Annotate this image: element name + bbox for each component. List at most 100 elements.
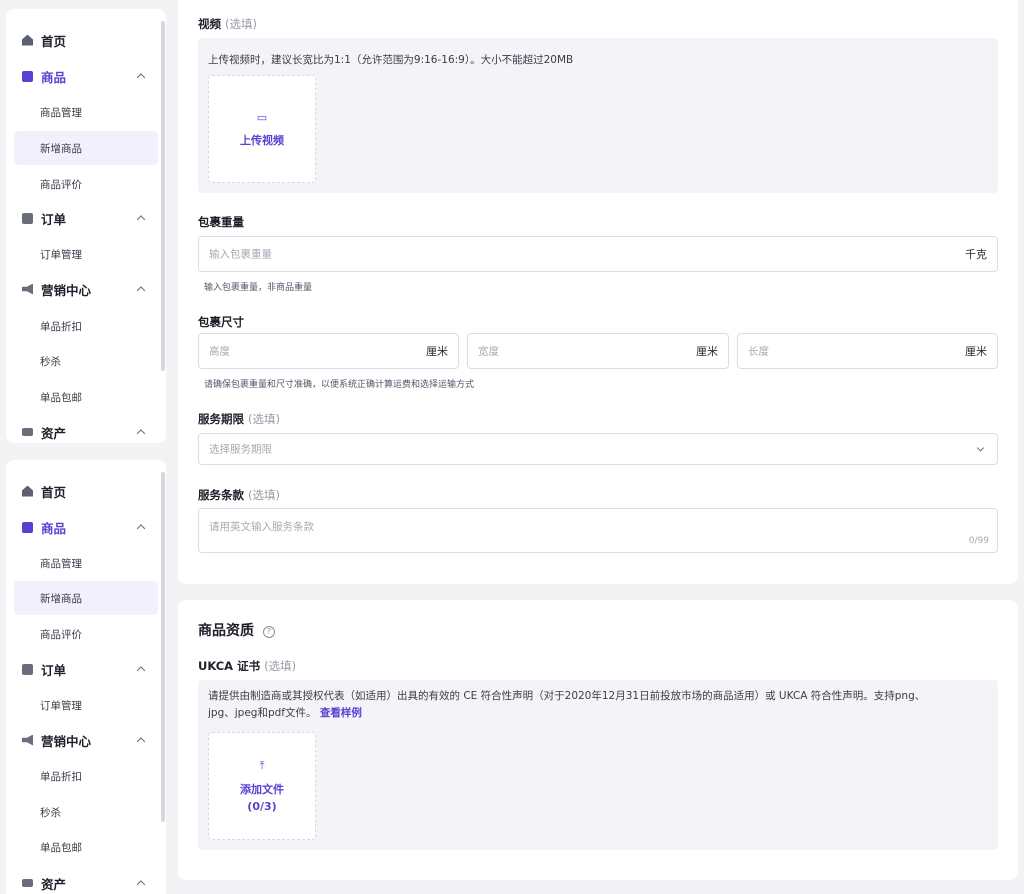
sidebar-item-label: 商品: [41, 69, 67, 85]
card-icon: [22, 428, 33, 436]
package-length-input[interactable]: 长度 厘米: [737, 333, 998, 369]
sidebar-item-marketing[interactable]: 营销中心: [6, 272, 158, 306]
sidebar-item-product-management[interactable]: 商品管理: [6, 95, 158, 129]
width-unit: 厘米: [696, 345, 718, 358]
service-terms-textarea[interactable]: 请用英文输入服务条款 0/99: [198, 508, 998, 553]
sidebar-item-order-management[interactable]: 订单管理: [6, 237, 158, 271]
sidebar-item-label: 单品包邮: [40, 391, 82, 404]
service-period-placeholder: 选择服务期限: [209, 443, 272, 456]
order-icon: [22, 663, 33, 675]
sidebar-item-label: 单品折扣: [40, 320, 82, 333]
sidebar-item-label: 订单管理: [40, 699, 82, 712]
service-period-select[interactable]: 选择服务期限: [198, 433, 998, 465]
video-label-text: 视频: [198, 17, 221, 31]
sidebar-item-label: 商品评价: [40, 178, 82, 191]
add-file-button[interactable]: ⤒ 添加文件 (0/3): [208, 732, 316, 840]
package-weight-hint: 输入包裹重量，非商品重量: [204, 283, 313, 293]
sidebar-item-label: 新增商品: [40, 142, 82, 155]
sidebar-item-orders[interactable]: 订单: [6, 201, 158, 235]
optional-tag: (选填): [248, 488, 280, 502]
sidebar-nav-duplicate: 首页 商品 商品管理 新增商品 商品评价 订单 订单管理 营销中心 单品折扣 秒…: [6, 460, 166, 894]
service-period-label: 服务期限 (选填): [198, 411, 280, 427]
sidebar-item-flash-sale[interactable]: 秒杀: [6, 344, 158, 378]
add-file-label: 添加文件: [240, 783, 284, 796]
package-weight-input[interactable]: 输入包裹重量 千克: [198, 236, 998, 272]
sidebar-item-products[interactable]: 商品: [6, 59, 158, 93]
char-counter: 0/99: [968, 536, 989, 546]
sidebar-item-label: 秒杀: [40, 355, 61, 368]
sidebar-item-add-product[interactable]: 新增商品: [14, 131, 158, 165]
chevron-up-icon: [136, 880, 146, 889]
sidebar-item-free-shipping[interactable]: 单品包邮: [6, 380, 158, 414]
sidebar-item-home[interactable]: 首页: [6, 23, 158, 57]
upload-video-label: 上传视频: [240, 133, 284, 147]
sidebar-item-add-product[interactable]: 新增商品: [14, 581, 158, 615]
sidebar-item-label: 订单管理: [40, 248, 82, 261]
service-terms-placeholder: 请用英文输入服务条款: [209, 521, 314, 533]
sidebar-item-marketing[interactable]: 营销中心: [6, 723, 158, 757]
optional-tag: (选填): [248, 412, 280, 426]
service-period-label-text: 服务期限: [198, 412, 244, 426]
sidebar-item-label: 商品管理: [40, 106, 82, 119]
sidebar-item-product-management[interactable]: 商品管理: [6, 546, 158, 580]
sidebar-scrollbar[interactable]: [161, 21, 165, 371]
sidebar-item-label: 首页: [41, 484, 67, 500]
service-terms-label: 服务条款 (选填): [198, 487, 280, 503]
width-placeholder: 宽度: [478, 345, 499, 358]
length-placeholder: 长度: [748, 345, 769, 358]
sidebar-item-products[interactable]: 商品: [6, 510, 158, 544]
sidebar-item-label: 商品评价: [40, 628, 82, 641]
sidebar-item-single-discount[interactable]: 单品折扣: [6, 309, 158, 343]
sidebar-item-product-reviews[interactable]: 商品评价: [6, 167, 158, 201]
sidebar-item-assets[interactable]: 资产: [6, 866, 158, 894]
sidebar-item-label: 订单: [41, 662, 67, 678]
sidebar-item-product-reviews[interactable]: 商品评价: [6, 617, 158, 651]
package-width-input[interactable]: 宽度 厘米: [467, 333, 729, 369]
chevron-up-icon: [136, 524, 146, 533]
sidebar-item-flash-sale[interactable]: 秒杀: [6, 795, 158, 829]
view-sample-link[interactable]: 查看样例: [320, 707, 362, 719]
bag-icon: [22, 521, 33, 533]
sidebar-item-label: 商品管理: [40, 557, 82, 570]
sidebar-item-label: 秒杀: [40, 806, 61, 819]
sidebar-item-label: 单品包邮: [40, 841, 82, 854]
sidebar-item-assets[interactable]: 资产: [6, 415, 158, 443]
chevron-up-icon: [136, 73, 146, 82]
sidebar-item-label: 资产: [41, 425, 67, 441]
optional-tag: (选填): [264, 659, 297, 673]
sidebar-item-orders[interactable]: 订单: [6, 652, 158, 686]
package-height-input[interactable]: 高度 厘米: [198, 333, 459, 369]
section-title: 商品资质 ?: [198, 620, 275, 640]
height-unit: 厘米: [426, 345, 448, 358]
ukca-tip: 请提供由制造商或其授权代表（如适用）出具的有效的 CE 符合性声明（对于2020…: [208, 688, 988, 722]
sidebar-item-order-management[interactable]: 订单管理: [6, 688, 158, 722]
sidebar-item-single-discount[interactable]: 单品折扣: [6, 759, 158, 793]
product-qualification-card: 商品资质 ? UKCA 证书 (选填) 请提供由制造商或其授权代表（如适用）出具…: [178, 600, 1018, 880]
sidebar-item-label: 商品: [41, 520, 67, 536]
optional-tag: (选填): [225, 17, 257, 31]
chevron-up-icon: [136, 666, 146, 675]
upload-video-button[interactable]: ▭ 上传视频: [208, 75, 316, 183]
sidebar-item-label: 单品折扣: [40, 770, 82, 783]
sidebar-item-free-shipping[interactable]: 单品包邮: [6, 830, 158, 864]
package-weight-placeholder: 输入包裹重量: [209, 248, 272, 261]
sidebar-item-home[interactable]: 首页: [6, 474, 158, 508]
chevron-up-icon: [136, 215, 146, 224]
sidebar-nav: 首页 商品 商品管理 新增商品 商品评价 订单 订单管理 营销中心 单品折扣 秒…: [6, 9, 166, 443]
ukca-label-text: UKCA 证书: [198, 659, 261, 673]
shipping-info-card: 视频 (选填) 上传视频时，建议长宽比为1:1（允许范围为9:16-16:9）。…: [178, 0, 1018, 584]
bag-icon: [22, 70, 33, 82]
package-size-label: 包裹尺寸: [198, 315, 244, 329]
megaphone-icon: [22, 734, 33, 746]
sidebar-scrollbar[interactable]: [161, 472, 165, 822]
ukca-tip-line: 请提供由制造商或其授权代表（如适用）出具的有效的 CE 符合性声明（对于2020…: [208, 690, 926, 702]
package-size-hint: 请确保包裹重量和尺寸准确，以便系统正确计算运费和选择运输方式: [204, 380, 475, 390]
service-terms-label-text: 服务条款: [198, 488, 244, 502]
package-weight-label: 包裹重量: [198, 215, 244, 229]
ukca-label: UKCA 证书 (选填): [198, 658, 296, 674]
help-icon[interactable]: ?: [262, 626, 275, 638]
video-label: 视频 (选填): [198, 16, 257, 32]
length-unit: 厘米: [965, 345, 987, 358]
video-icon: ▭: [256, 110, 268, 124]
sidebar-item-label: 新增商品: [40, 592, 82, 605]
